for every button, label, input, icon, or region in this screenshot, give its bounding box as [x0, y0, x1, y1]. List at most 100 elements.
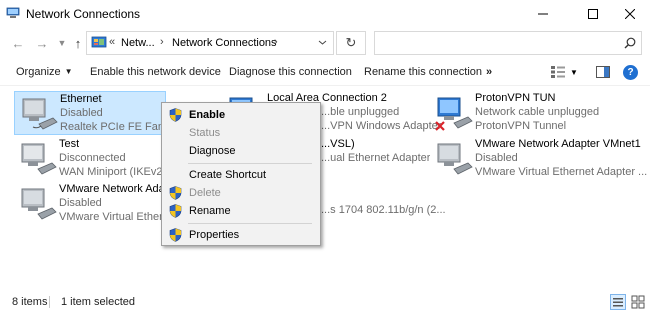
command-bar: Organize ▼ Enable this network device Dia… [0, 60, 650, 86]
close-icon [625, 9, 635, 19]
address-bar[interactable]: « Netw... › Network Connections › [86, 31, 334, 55]
refresh-button[interactable]: ↻ [336, 31, 366, 55]
connection-status: Disabled [60, 107, 103, 119]
menu-item-label: Delete [189, 187, 221, 199]
change-view-icon[interactable] [550, 65, 566, 79]
tiles-view-button[interactable] [630, 294, 646, 310]
diagnose-button[interactable]: Diagnose this connection [229, 66, 352, 78]
rename-button[interactable]: Rename this connection [364, 66, 482, 78]
close-button[interactable] [610, 0, 650, 28]
caret-down-icon: ▼ [64, 67, 73, 76]
disconnected-adapter-icon [435, 97, 473, 131]
menu-item-diagnose[interactable]: Diagnose [162, 141, 320, 161]
menu-item-rename[interactable]: Rename [162, 201, 320, 221]
menu-separator [188, 163, 312, 164]
search-input[interactable] [374, 31, 642, 55]
connection-device: VMware Virtual Ethernet [59, 211, 163, 223]
control-panel-icon [91, 36, 107, 48]
connection-device: Realtek PCIe FE Family C [60, 121, 164, 133]
menu-item-status: Status [162, 123, 320, 143]
details-view-icon [613, 298, 623, 307]
overflow-chevron[interactable]: « [109, 36, 115, 48]
details-view-button[interactable] [610, 294, 626, 310]
menu-item-label: Properties [189, 229, 240, 241]
ethernet-adapter-icon [437, 143, 473, 175]
menu-item-properties[interactable]: Properties [162, 225, 320, 245]
chevron-down-icon[interactable] [318, 38, 327, 47]
item-count: 8 items [12, 296, 48, 308]
connection-status: ...ble unplugged [321, 106, 400, 118]
organize-label: Organize [16, 66, 61, 78]
back-button[interactable]: ← [10, 35, 26, 51]
connections-view: Ethernet Disabled Realtek PCIe FE Family… [0, 87, 650, 287]
search-icon [624, 37, 636, 49]
shield-icon [169, 108, 182, 122]
maximize-icon [588, 9, 598, 19]
connection-device: ...s 1704 802.11b/g/n (2... [321, 204, 446, 216]
arrow-left-icon: ← [11, 35, 25, 51]
context-menu: Enable Status Diagnose Create Shortcut D… [161, 102, 321, 246]
connection-name: VMware Network Adapt [59, 183, 163, 195]
connection-name: ProtonVPN TUN [475, 92, 556, 104]
menu-item-label: Rename [189, 205, 231, 217]
wan-adapter-icon [21, 143, 57, 175]
connection-vmware-vmnet1[interactable]: VMware Network Adapter VMnet1 Disabled V… [430, 137, 647, 181]
menu-item-create-shortcut[interactable]: Create Shortcut [162, 165, 320, 185]
ethernet-adapter-icon [22, 98, 58, 130]
menu-separator [188, 223, 312, 224]
connection-test[interactable]: Test Disconnected WAN Miniport (IKEv2) [14, 137, 166, 181]
menu-item-label: Status [189, 127, 221, 139]
menu-item-label: Diagnose [189, 145, 236, 157]
connection-ethernet[interactable]: Ethernet Disabled Realtek PCIe FE Family… [14, 91, 166, 135]
more-commands-button[interactable]: » [486, 66, 492, 78]
up-button[interactable]: ↑ [70, 35, 86, 51]
connection-device: ...ual Ethernet Adapter [321, 152, 431, 164]
connection-device: WAN Miniport (IKEv2) [59, 166, 167, 178]
connection-status: Disabled [59, 197, 102, 209]
window-title: Network Connections [26, 7, 141, 21]
connection-device: VMware Virtual Ethernet Adapter ... [475, 166, 648, 178]
navigation-bar: ← → ▼ ↑ « Netw... › Network Connections … [0, 28, 650, 58]
minimize-button[interactable] [520, 0, 566, 28]
connection-device: ...VPN Windows Adapter [321, 120, 442, 132]
enable-device-button[interactable]: Enable this network device [90, 66, 221, 78]
connection-name: VMware Network Adapter VMnet1 [475, 138, 641, 150]
breadcrumb-separator: › [160, 36, 164, 48]
shield-icon [169, 228, 182, 242]
title-bar: Network Connections [0, 0, 650, 28]
connection-status: Disabled [475, 152, 518, 164]
organize-menu[interactable]: Organize ▼ [16, 66, 73, 78]
minimize-icon [538, 13, 548, 15]
help-icon[interactable]: ? [623, 65, 638, 80]
arrow-right-icon: → [35, 35, 49, 51]
refresh-icon: ↻ [345, 35, 357, 50]
chevron-down-icon: ▼ [57, 38, 67, 48]
connection-name: ...VSL) [321, 138, 355, 150]
arrow-up-icon: ↑ [74, 35, 82, 51]
menu-item-enable[interactable]: Enable [162, 105, 320, 125]
recent-locations-button[interactable]: ▼ [54, 35, 70, 51]
network-connections-icon [6, 7, 20, 18]
forward-button[interactable]: → [34, 35, 50, 51]
breadcrumb-netw[interactable]: Netw... [121, 37, 155, 49]
shield-icon [169, 186, 182, 200]
connection-status: Network cable unplugged [475, 106, 600, 118]
connection-name: Ethernet [60, 93, 102, 105]
menu-item-delete: Delete [162, 183, 320, 203]
connection-status: Disconnected [59, 152, 126, 164]
connection-device: ProtonVPN Tunnel [475, 120, 567, 132]
view-options-caret[interactable]: ▼ [570, 68, 578, 77]
menu-item-label: Enable [189, 109, 226, 121]
connection-vmware-adapter[interactable]: VMware Network Adapt Disabled VMware Vir… [14, 182, 166, 226]
breadcrumb-network-connections[interactable]: Network Connections [172, 37, 277, 49]
preview-pane-icon[interactable] [596, 66, 610, 78]
ethernet-adapter-icon [21, 188, 57, 220]
selection-count: 1 item selected [61, 296, 135, 308]
shield-icon [169, 204, 182, 218]
status-separator [49, 296, 50, 308]
status-bar: 8 items 1 item selected [0, 291, 650, 313]
connection-name: Test [59, 138, 80, 150]
tiles-view-icon [631, 295, 645, 309]
menu-item-label: Create Shortcut [189, 169, 267, 181]
connection-protonvpn-tun[interactable]: ProtonVPN TUN Network cable unplugged Pr… [430, 91, 640, 135]
